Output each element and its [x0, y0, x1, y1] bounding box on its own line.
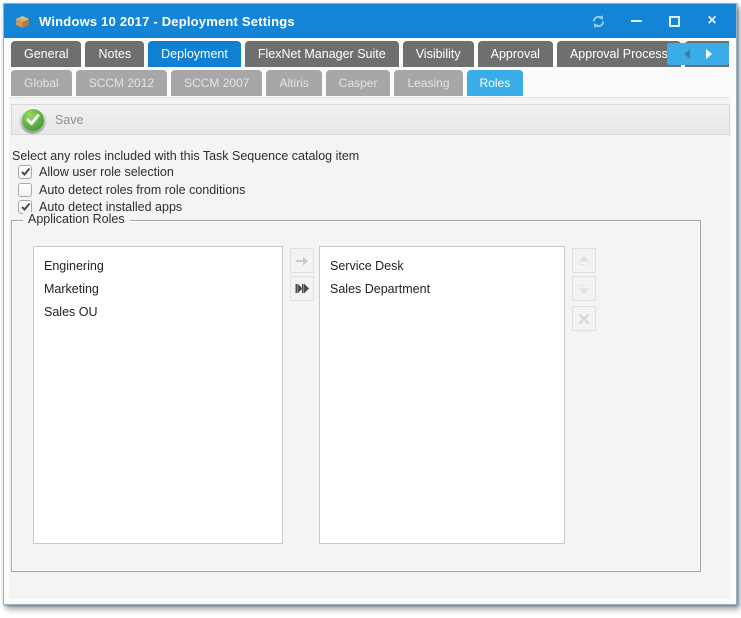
tab-casper[interactable]: Casper	[326, 70, 391, 96]
tab-approval[interactable]: Approval	[478, 41, 553, 67]
move-all-right-button[interactable]	[290, 276, 314, 301]
refresh-icon[interactable]	[590, 13, 606, 29]
remove-button[interactable]	[572, 306, 596, 331]
move-down-button[interactable]	[572, 276, 596, 301]
titlebar: Windows 10 2017 - Deployment Settings ×	[4, 4, 736, 38]
tab-approval-process[interactable]: Approval Process	[557, 41, 681, 67]
checked-checkbox-icon	[18, 165, 32, 179]
move-right-icon	[295, 256, 309, 266]
move-right-button[interactable]	[290, 248, 314, 273]
tab-sccm-2012[interactable]: SCCM 2012	[76, 70, 167, 96]
close-button[interactable]: ×	[704, 13, 720, 29]
tab-visibility[interactable]: Visibility	[403, 41, 474, 67]
minimize-button[interactable]	[628, 13, 644, 29]
move-all-right-icon	[295, 283, 309, 294]
package-icon	[14, 13, 31, 30]
primary-tabstrip: General Notes Deployment FlexNet Manager…	[11, 41, 729, 67]
window-controls: ×	[590, 13, 720, 29]
roles-panel: Save Select any roles included with this…	[9, 97, 731, 599]
save-toolbar: Save	[11, 104, 730, 135]
screen: Windows 10 2017 - Deployment Settings ×	[0, 0, 741, 618]
save-button[interactable]: Save	[55, 113, 84, 127]
application-roles-group: Application Roles Enginering Marketing S…	[11, 220, 701, 572]
green-check-icon[interactable]	[20, 107, 46, 133]
maximize-button[interactable]	[666, 13, 682, 29]
tab-global[interactable]: Global	[11, 70, 72, 96]
list-item[interactable]: Sales Department	[320, 278, 564, 301]
move-up-button[interactable]	[572, 248, 596, 273]
list-item[interactable]: Marketing	[34, 278, 282, 301]
window-title: Windows 10 2017 - Deployment Settings	[39, 14, 590, 29]
remove-x-icon	[578, 313, 590, 325]
move-down-icon	[577, 283, 591, 295]
tab-leasing[interactable]: Leasing	[394, 70, 462, 96]
tab-notes[interactable]: Notes	[85, 41, 144, 67]
assigned-roles-list[interactable]: Service Desk Sales Department	[319, 246, 565, 544]
unchecked-checkbox-icon	[18, 183, 32, 197]
tab-altiris[interactable]: Altiris	[266, 70, 321, 96]
checkbox-allow-user-role-selection[interactable]: Allow user role selection	[18, 164, 174, 180]
tab-roles[interactable]: Roles	[467, 70, 524, 96]
tab-scroll-control	[667, 43, 729, 65]
tab-deployment[interactable]: Deployment	[148, 41, 241, 67]
tab-area: General Notes Deployment FlexNet Manager…	[9, 38, 731, 97]
list-item[interactable]: Enginering	[34, 255, 282, 278]
tab-sccm-2007[interactable]: SCCM 2007	[171, 70, 262, 96]
instruction-text: Select any roles included with this Task…	[12, 149, 359, 163]
list-item[interactable]: Service Desk	[320, 255, 564, 278]
checkbox-auto-detect-roles[interactable]: Auto detect roles from role conditions	[18, 182, 245, 198]
available-roles-list[interactable]: Enginering Marketing Sales OU	[33, 246, 283, 544]
secondary-tabstrip: Global SCCM 2012 SCCM 2007 Altiris Caspe…	[11, 70, 729, 96]
group-title: Application Roles	[23, 212, 130, 226]
tab-general[interactable]: General	[11, 41, 81, 67]
list-item[interactable]: Sales OU	[34, 301, 282, 324]
tab-flexnet-manager-suite[interactable]: FlexNet Manager Suite	[245, 41, 399, 67]
deployment-settings-window: Windows 10 2017 - Deployment Settings ×	[3, 3, 737, 605]
move-up-icon	[577, 255, 591, 267]
scroll-right-icon[interactable]	[706, 49, 712, 59]
scroll-left-icon[interactable]	[684, 49, 690, 59]
